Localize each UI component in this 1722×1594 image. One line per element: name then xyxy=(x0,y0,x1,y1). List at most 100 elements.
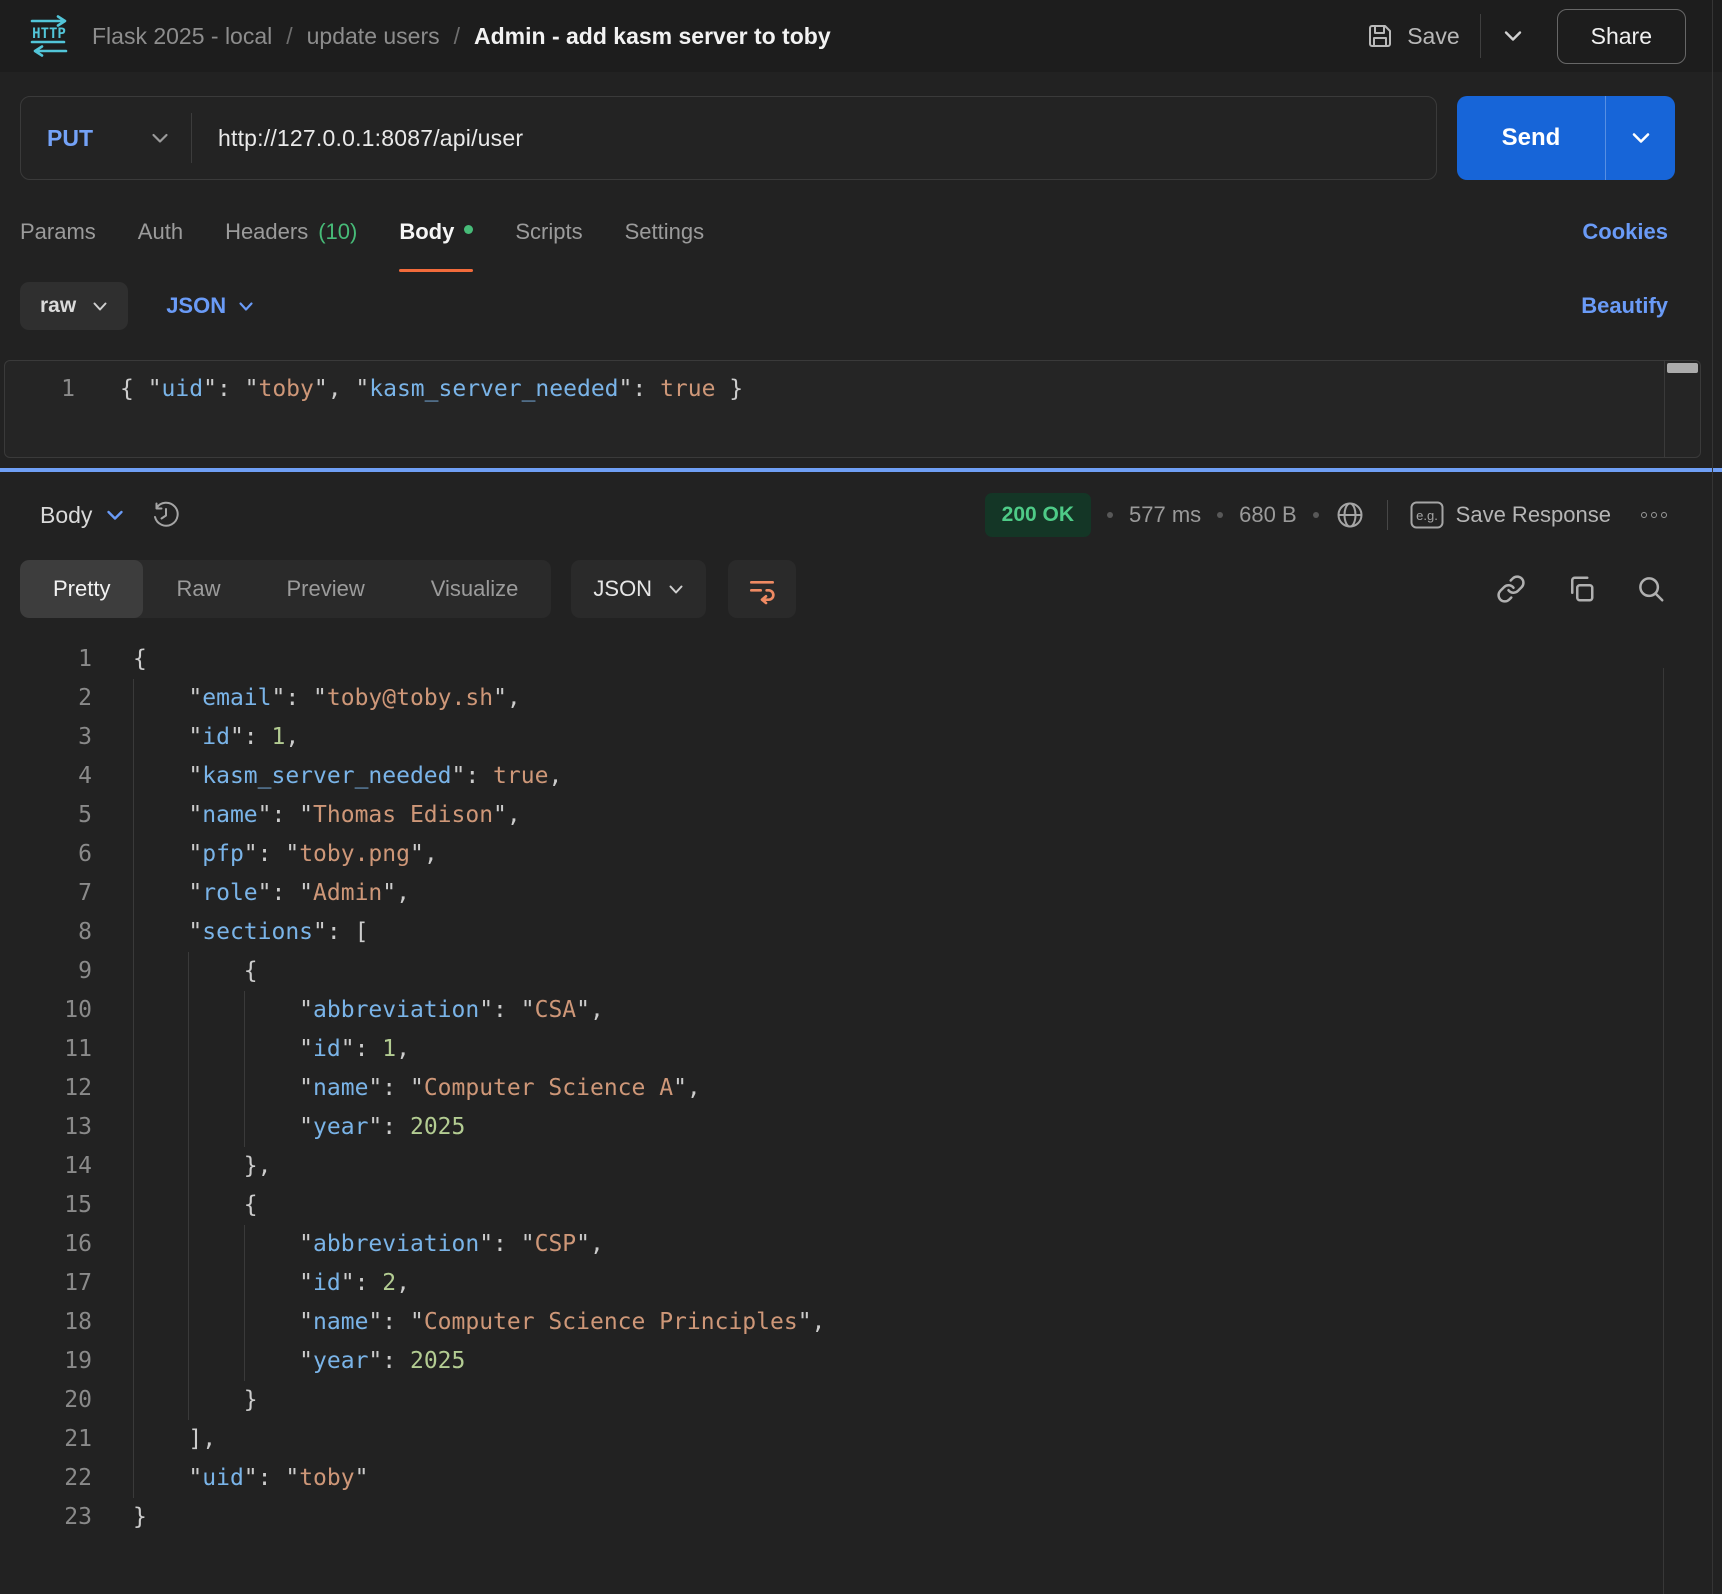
indent-guide xyxy=(188,991,189,1030)
word-wrap-icon xyxy=(746,573,778,605)
top-bar: HTTP Flask 2025 - local / update users /… xyxy=(0,0,1722,72)
word-wrap-button[interactable] xyxy=(728,560,796,618)
tab-label: Scripts xyxy=(515,219,582,245)
copy-link-button[interactable] xyxy=(1496,574,1526,604)
chevron-down-icon xyxy=(668,584,684,595)
code-text: "year": 2025 xyxy=(133,1342,465,1381)
response-header: Body 200 OK 577 ms 680 B xyxy=(0,472,1722,558)
line-number: 22 xyxy=(0,1459,92,1498)
copy-response-button[interactable] xyxy=(1566,574,1596,604)
code-line: 8 "sections": [ xyxy=(0,913,1722,952)
status-badge[interactable]: 200 OK xyxy=(985,493,1091,537)
indent-guide xyxy=(244,1069,245,1108)
code-text: "name": "Computer Science Principles", xyxy=(133,1303,825,1342)
more-options-icon[interactable] xyxy=(1641,512,1667,518)
tab-settings[interactable]: Settings xyxy=(625,192,705,272)
send-label[interactable]: Send xyxy=(1457,96,1605,180)
code-line: 20 } xyxy=(0,1381,1722,1420)
indent-guide xyxy=(133,1108,134,1147)
line-number: 1 xyxy=(0,640,92,679)
code-text: "name": "Computer Science A", xyxy=(133,1069,701,1108)
response-language-select[interactable]: JSON xyxy=(571,560,706,618)
response-size[interactable]: 680 B xyxy=(1239,502,1297,528)
scrollbar-track[interactable] xyxy=(1663,668,1664,1594)
beautify-link[interactable]: Beautify xyxy=(1581,293,1668,319)
indent-guide xyxy=(244,1303,245,1342)
code-line: 12 "name": "Computer Science A", xyxy=(0,1069,1722,1108)
indent-guide xyxy=(133,796,134,835)
chevron-down-icon[interactable] xyxy=(151,132,169,144)
send-options-button[interactable] xyxy=(1606,96,1675,180)
cookies-link[interactable]: Cookies xyxy=(1582,219,1668,245)
view-pretty[interactable]: Pretty xyxy=(20,560,143,618)
view-preview[interactable]: Preview xyxy=(253,560,397,618)
indent-guide xyxy=(133,757,134,796)
tab-params[interactable]: Params xyxy=(20,192,96,272)
response-body-viewer[interactable]: 1{2 "email": "toby@toby.sh",3 "id": 1,4 … xyxy=(0,640,1722,1537)
line-number: 14 xyxy=(0,1147,92,1186)
indent-guide xyxy=(133,1459,134,1498)
indent-guide xyxy=(244,1108,245,1147)
code-text: "pfp": "toby.png", xyxy=(133,835,438,874)
chevron-down-icon xyxy=(1630,131,1652,145)
copy-icon xyxy=(1566,574,1596,604)
code-text: "role": "Admin", xyxy=(133,874,410,913)
breadcrumb-workspace[interactable]: Flask 2025 - local xyxy=(92,23,272,50)
code-text: { xyxy=(133,1186,258,1225)
request-body-editor[interactable]: 1{ "uid": "toby", "kasm_server_needed": … xyxy=(4,360,1701,458)
code-text: } xyxy=(133,1498,147,1537)
view-raw[interactable]: Raw xyxy=(143,560,253,618)
indent-guide xyxy=(133,991,134,1030)
line-number: 6 xyxy=(0,835,92,874)
body-format-row: raw JSON Beautify xyxy=(0,272,1722,330)
divider xyxy=(1712,0,1713,1594)
url-input[interactable]: http://127.0.0.1:8087/api/user xyxy=(192,125,523,152)
code-text: "id": 2, xyxy=(133,1264,410,1303)
response-time[interactable]: 577 ms xyxy=(1129,502,1201,528)
dot-separator-icon xyxy=(1217,512,1223,518)
dot-separator-icon xyxy=(1107,512,1113,518)
scrollbar-thumb[interactable] xyxy=(1667,363,1698,373)
method-select[interactable]: PUT xyxy=(21,125,151,152)
indent-guide xyxy=(133,1225,134,1264)
network-globe-icon[interactable] xyxy=(1335,500,1365,530)
save-response-button[interactable]: e.g. Save Response xyxy=(1410,501,1611,529)
breadcrumb-separator: / xyxy=(286,23,292,50)
format-label: raw xyxy=(40,294,76,318)
tab-headers[interactable]: Headers (10) xyxy=(225,192,357,272)
code-text: "sections": [ xyxy=(133,913,368,952)
save-button[interactable]: Save xyxy=(1365,21,1459,51)
indent-guide xyxy=(188,1147,189,1186)
code-line: 11 "id": 1, xyxy=(0,1030,1722,1069)
view-visualize[interactable]: Visualize xyxy=(398,560,552,618)
save-options-button[interactable] xyxy=(1497,23,1529,49)
headers-count-badge: (10) xyxy=(318,219,357,245)
share-button[interactable]: Share xyxy=(1557,9,1686,64)
search-response-button[interactable] xyxy=(1636,574,1666,604)
code-line: 14 }, xyxy=(0,1147,1722,1186)
indent-guide xyxy=(133,835,134,874)
tab-body[interactable]: Body xyxy=(399,192,473,272)
save-response-label: Save Response xyxy=(1456,502,1611,528)
indent-guide xyxy=(188,1303,189,1342)
code-line[interactable]: 1{ "uid": "toby", "kasm_server_needed": … xyxy=(5,370,1700,409)
response-history-button[interactable] xyxy=(150,499,182,531)
body-format-select[interactable]: raw xyxy=(20,282,128,330)
response-body-select[interactable]: Body xyxy=(40,502,124,529)
body-language-select[interactable]: JSON xyxy=(166,293,254,319)
tab-label: Auth xyxy=(138,219,183,245)
tab-scripts[interactable]: Scripts xyxy=(515,192,582,272)
code-text: "year": 2025 xyxy=(133,1108,465,1147)
tab-auth[interactable]: Auth xyxy=(138,192,183,272)
code-line: 9 { xyxy=(0,952,1722,991)
breadcrumb-collection[interactable]: update users xyxy=(307,23,440,50)
indent-guide xyxy=(188,1225,189,1264)
scrollbar-track[interactable] xyxy=(1664,361,1700,457)
divider xyxy=(1387,500,1388,530)
indent-guide xyxy=(133,1069,134,1108)
indent-guide xyxy=(244,1225,245,1264)
code-text: "id": 1, xyxy=(133,1030,410,1069)
line-number: 1 xyxy=(5,370,75,409)
line-number: 20 xyxy=(0,1381,92,1420)
send-button[interactable]: Send xyxy=(1457,96,1675,180)
